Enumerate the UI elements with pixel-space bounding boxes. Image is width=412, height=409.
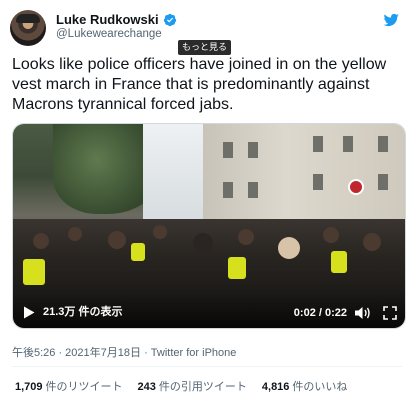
fullscreen-icon[interactable] <box>383 306 397 320</box>
timestamp[interactable]: 午後5:26 · 2021年7月18日 <box>12 347 141 359</box>
video-time: 0:02 / 0:22 <box>293 307 347 319</box>
user-handle[interactable]: @Lukewearechange <box>56 28 162 40</box>
quote-count: 243 <box>137 381 156 393</box>
meta-separator: · <box>141 347 151 359</box>
retweet-count: 1,709 <box>15 381 43 393</box>
video-player[interactable]: 21.3万 件の表示 0:02 / 0:22 <box>12 123 406 329</box>
view-count: 21.3万 件の表示 <box>43 306 123 318</box>
quote-label: 件の引用ツイート <box>158 381 247 393</box>
divider <box>12 366 402 367</box>
avatar[interactable] <box>10 10 46 46</box>
name-row: Luke Rudkowski <box>56 12 177 27</box>
video-thumbnail <box>13 124 405 328</box>
tweet-text: Looks like police officers have joined i… <box>12 56 387 113</box>
like-stat[interactable]: 4,816 件のいいね <box>262 378 348 394</box>
tweet-stats: 1,709 件のリツイート 243 件の引用ツイート 4,816 件のいいね <box>15 378 347 394</box>
retweet-stat[interactable]: 1,709 件のリツイート <box>15 378 123 394</box>
tooltip: もっと見る <box>178 40 232 55</box>
like-label: 件のいいね <box>292 381 348 393</box>
play-icon[interactable] <box>23 306 35 319</box>
verified-badge-icon <box>163 13 176 26</box>
twitter-bird-icon[interactable] <box>382 12 400 28</box>
tweet-card: Luke Rudkowski @Lukewearechange もっと見る Lo… <box>0 0 412 409</box>
tweet-meta: 午後5:26 · 2021年7月18日 · Twitter for iPhone <box>12 344 236 360</box>
retweet-label: 件のリツイート <box>45 381 123 393</box>
like-count: 4,816 <box>261 381 290 393</box>
volume-icon[interactable] <box>355 306 371 320</box>
tweet-header: Luke Rudkowski @Lukewearechange もっと見る <box>10 8 402 55</box>
tweet-source[interactable]: Twitter for iPhone <box>151 347 237 359</box>
display-name[interactable]: Luke Rudkowski <box>56 12 159 27</box>
quote-stat[interactable]: 243 件の引用ツイート <box>138 378 247 394</box>
